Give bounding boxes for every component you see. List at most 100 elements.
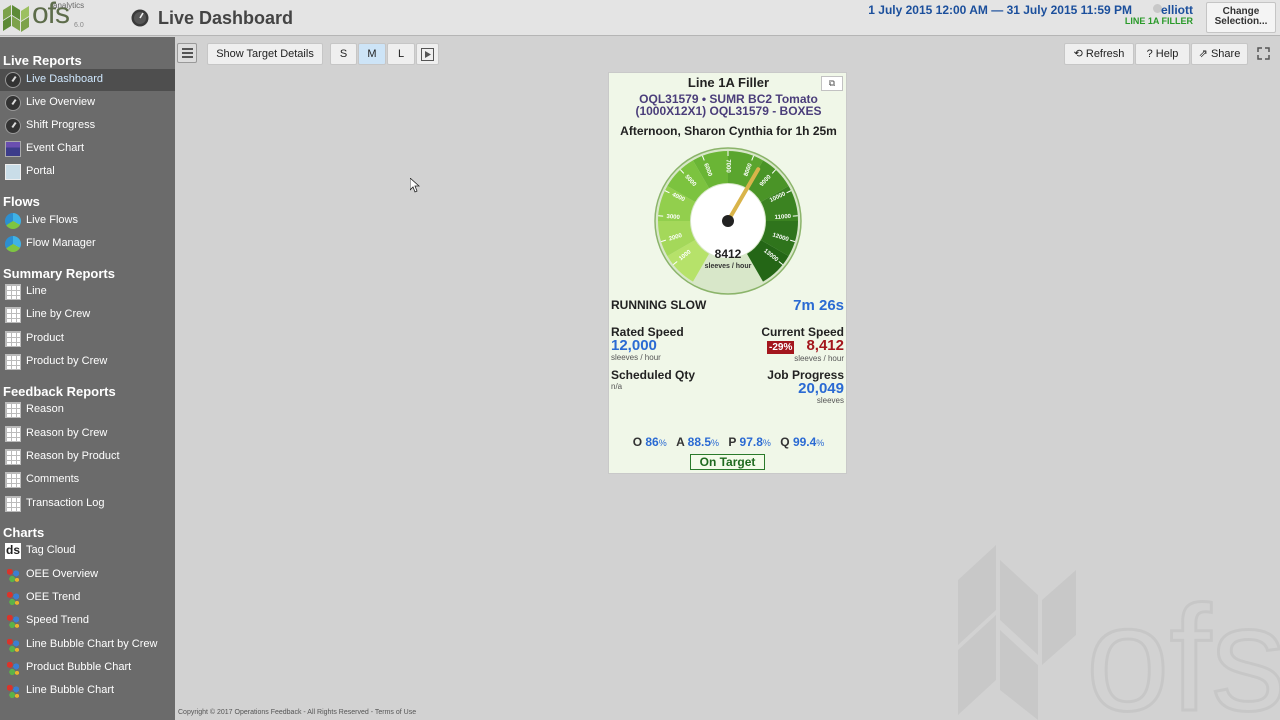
speed-delta-badge: -29% bbox=[767, 341, 795, 354]
share-button[interactable]: ⇗ Share bbox=[1191, 43, 1248, 65]
chart-dots-icon bbox=[5, 567, 21, 583]
chart-dots-icon bbox=[5, 590, 21, 606]
sidebar-item-shift-progress[interactable]: Shift Progress bbox=[0, 115, 175, 137]
flow-icon bbox=[5, 236, 21, 252]
sidebar-item-label: Reason by Product bbox=[26, 450, 120, 462]
sidebar-item-line-bubble[interactable]: Line Bubble Chart bbox=[0, 680, 175, 702]
sidebar-item-label: Tag Cloud bbox=[26, 544, 76, 556]
sidebar-item-speed-trend[interactable]: Speed Trend bbox=[0, 610, 175, 632]
help-label: Help bbox=[1155, 48, 1179, 60]
sidebar-item-label: Speed Trend bbox=[26, 614, 89, 626]
refresh-button[interactable]: ⟲ Refresh bbox=[1064, 43, 1134, 65]
sidebar-item-label: Live Dashboard bbox=[26, 73, 104, 85]
size-m-button[interactable]: M bbox=[358, 43, 386, 65]
sidebar-item-label: Portal bbox=[26, 165, 55, 177]
sidebar-item-label: Product by Crew bbox=[26, 355, 108, 367]
rated-speed-unit: sleeves / hour bbox=[611, 353, 661, 362]
product-name-cont: (1000X12X1) OQL31579 - BOXES bbox=[635, 104, 822, 118]
sidebar-item-line-bubble-by-crew[interactable]: Line Bubble Chart by Crew bbox=[0, 634, 175, 656]
share-icon: ⇗ bbox=[1198, 48, 1211, 60]
kpi-performance: P 97.8% bbox=[728, 435, 771, 449]
ofs-logo-icon bbox=[3, 5, 29, 32]
grid-icon bbox=[5, 449, 21, 465]
sidebar-item-reason-by-crew[interactable]: Reason by Crew bbox=[0, 423, 175, 445]
grid-icon bbox=[5, 331, 21, 347]
copyright-text: Copyright © 2017 Operations Feedback - A… bbox=[178, 709, 375, 716]
sidebar-item-live-flows[interactable]: Live Flows bbox=[0, 210, 175, 232]
mouse-cursor-icon bbox=[410, 178, 420, 193]
sidebar-item-event-chart[interactable]: Event Chart bbox=[0, 138, 175, 160]
current-speed-unit: sleeves / hour bbox=[794, 354, 844, 363]
sidebar-item-oee-trend[interactable]: OEE Trend bbox=[0, 587, 175, 609]
section-summary-reports: Summary Reports bbox=[3, 266, 115, 281]
help-button[interactable]: ? Help bbox=[1135, 43, 1190, 65]
sidebar-item-comments[interactable]: Comments bbox=[0, 469, 175, 491]
sidebar-item-flow-manager[interactable]: Flow Manager bbox=[0, 233, 175, 255]
fullscreen-icon[interactable] bbox=[1257, 47, 1270, 60]
sidebar-item-live-dashboard[interactable]: Live Dashboard bbox=[0, 69, 175, 91]
sidebar-item-product-by-crew[interactable]: Product by Crew bbox=[0, 351, 175, 373]
sidebar-item-reason-by-product[interactable]: Reason by Product bbox=[0, 446, 175, 468]
sidebar-item-transaction-log[interactable]: Transaction Log bbox=[0, 493, 175, 515]
change-selection-button[interactable]: Change Selection... bbox=[1206, 2, 1276, 33]
chart-dots-icon bbox=[5, 660, 21, 676]
chart-dots-icon bbox=[5, 637, 21, 653]
size-s-button[interactable]: S bbox=[330, 43, 357, 65]
grid-icon bbox=[5, 284, 21, 300]
sidebar-item-label: Line bbox=[26, 285, 47, 297]
sidebar-item-label: Live Overview bbox=[26, 96, 96, 108]
refresh-label: Refresh bbox=[1085, 48, 1125, 60]
kpi-availability: A 88.5% bbox=[676, 435, 720, 449]
play-icon bbox=[421, 48, 434, 61]
grid-icon bbox=[5, 402, 21, 418]
event-chart-icon bbox=[5, 141, 21, 157]
size-l-button[interactable]: L bbox=[387, 43, 415, 65]
selected-line-label: LINE 1A FILLER bbox=[1124, 16, 1193, 26]
change-selection-label-2: Selection... bbox=[1214, 16, 1268, 27]
gauge-value: 8412 bbox=[715, 247, 742, 261]
popout-icon[interactable]: ⧉ bbox=[821, 76, 843, 91]
sidebar-item-label: Live Flows bbox=[26, 214, 78, 226]
date-range[interactable]: 1 July 2015 12:00 AM — 31 July 2015 11:5… bbox=[868, 3, 1132, 17]
sidebar-item-label: Line Bubble Chart bbox=[26, 684, 115, 696]
sidebar-item-portal[interactable]: Portal bbox=[0, 161, 175, 183]
status-text: RUNNING SLOW bbox=[611, 298, 707, 312]
sidebar-item-live-overview[interactable]: Live Overview bbox=[0, 92, 175, 114]
grid-icon bbox=[5, 307, 21, 323]
gauge-icon bbox=[131, 9, 149, 27]
sidebar-item-oee-overview[interactable]: OEE Overview bbox=[0, 564, 175, 586]
sidebar-item-label: Transaction Log bbox=[26, 497, 105, 509]
section-feedback-reports: Feedback Reports bbox=[3, 384, 116, 399]
play-button[interactable] bbox=[416, 43, 439, 65]
line-dashboard-card[interactable]: Line 1A Filler ⧉ OQL31579 • SUMR BC2 Tom… bbox=[608, 72, 847, 474]
share-label: Share bbox=[1210, 48, 1241, 60]
terms-link[interactable]: Terms of Use bbox=[375, 709, 416, 716]
hamburger-menu-icon[interactable] bbox=[177, 43, 197, 63]
show-target-details-button[interactable]: Show Target Details bbox=[207, 43, 323, 65]
sidebar-item-line-by-crew[interactable]: Line by Crew bbox=[0, 304, 175, 326]
sidebar-item-product[interactable]: Product bbox=[0, 328, 175, 350]
job-progress-unit: sleeves bbox=[816, 396, 844, 405]
kpi-row: O 86% A 88.5% P 97.8% Q 99.4% bbox=[609, 435, 848, 449]
sidebar-item-label: Event Chart bbox=[26, 142, 85, 154]
ofs-watermark-logo-icon: ofs bbox=[958, 545, 1280, 720]
sidebar: Live Reports Live Dashboard Live Overvie… bbox=[0, 37, 175, 720]
sidebar-item-label: Shift Progress bbox=[26, 119, 96, 131]
sidebar-item-reason[interactable]: Reason bbox=[0, 399, 175, 421]
sidebar-item-label: Product bbox=[26, 332, 64, 344]
sidebar-item-product-bubble[interactable]: Product Bubble Chart bbox=[0, 657, 175, 679]
logo-version: 6.0 bbox=[74, 22, 84, 29]
grid-icon bbox=[5, 426, 21, 442]
sidebar-item-tag-cloud[interactable]: ds Tag Cloud bbox=[0, 540, 175, 562]
status-duration: 7m 26s bbox=[793, 297, 844, 314]
chart-dots-icon bbox=[5, 613, 21, 629]
section-flows: Flows bbox=[3, 194, 40, 209]
section-live-reports: Live Reports bbox=[3, 53, 82, 68]
gauge-unit: sleeves / hour bbox=[705, 263, 752, 270]
page-title: Live Dashboard bbox=[158, 8, 294, 28]
section-charts: Charts bbox=[3, 525, 45, 540]
sidebar-item-line[interactable]: Line bbox=[0, 281, 175, 303]
sidebar-item-label: Reason by Crew bbox=[26, 427, 108, 439]
card-title: Line 1A Filler bbox=[687, 75, 770, 90]
username[interactable]: elliott bbox=[1161, 3, 1193, 17]
